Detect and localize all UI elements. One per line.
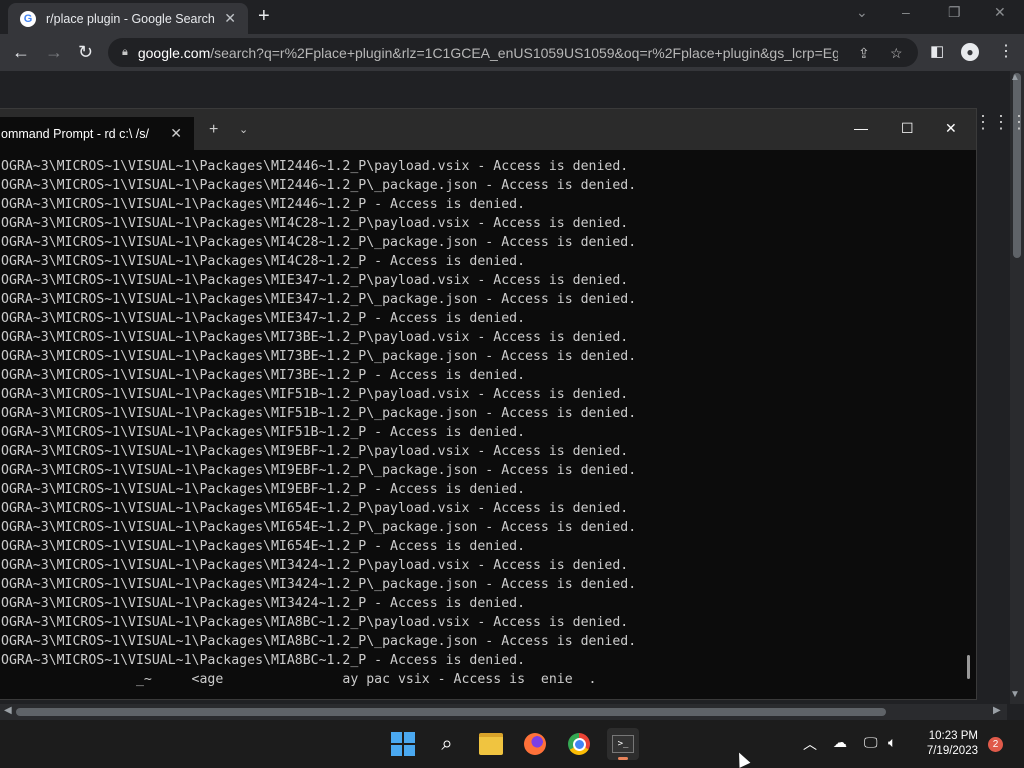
start-button[interactable]	[389, 730, 417, 758]
terminal-taskbar-icon[interactable]: >_	[607, 728, 639, 760]
terminal-line: OGRA~3\MICROS~1\VISUAL~1\Packages\MI654E…	[1, 539, 526, 554]
side-panel-icon[interactable]: ◧	[930, 42, 944, 62]
terminal-output[interactable]: OGRA~3\MICROS~1\VISUAL~1\Packages\MI2446…	[0, 157, 969, 697]
bookmark-star-icon[interactable]: ☆	[890, 45, 903, 62]
google-apps-icon[interactable]: ⋮⋮⋮	[974, 112, 1024, 133]
page-scroll-thumb[interactable]	[1013, 73, 1021, 258]
browser-toolbar: ← → ↻ 🔒︎ google.com/search?q=r%2Fplace+p…	[0, 34, 1024, 71]
restore-icon[interactable]: ❐	[948, 4, 961, 21]
terminal-tab-title: ommand Prompt - rd c:\ /s/	[1, 126, 149, 141]
google-favicon-icon: G	[20, 10, 36, 27]
terminal-line: OGRA~3\MICROS~1\VISUAL~1\Packages\MI2446…	[1, 159, 629, 174]
scroll-down-icon[interactable]: ▼	[1010, 689, 1020, 700]
terminal-line: OGRA~3\MICROS~1\VISUAL~1\Packages\MIF51B…	[1, 387, 629, 402]
browser-tab-strip: G r/place plugin - Google Search ✕ + ⌄ –…	[0, 0, 1024, 34]
terminal-line: OGRA~3\MICROS~1\VISUAL~1\Packages\MIA8BC…	[1, 634, 637, 649]
terminal-tab-close-icon[interactable]: ✕	[170, 125, 182, 142]
close-window-icon[interactable]: ✕	[994, 4, 1006, 21]
new-tab-icon[interactable]: +	[258, 6, 270, 26]
firefox-icon[interactable]	[521, 730, 549, 758]
terminal-line: OGRA~3\MICROS~1\VISUAL~1\Packages\MIF51B…	[1, 406, 637, 421]
browser-tab-title: r/place plugin - Google Search	[46, 11, 215, 26]
terminal-line: OGRA~3\MICROS~1\VISUAL~1\Packages\MI3424…	[1, 596, 526, 611]
terminal-line: OGRA~3\MICROS~1\VISUAL~1\Packages\MIF51B…	[1, 425, 526, 440]
terminal-line: OGRA~3\MICROS~1\VISUAL~1\Packages\MI654E…	[1, 520, 637, 535]
terminal-window: ommand Prompt - rd c:\ /s/ ✕ + ⌄ — ☐ ✕ O…	[0, 108, 977, 700]
clock-date: 7/19/2023	[926, 745, 978, 757]
terminal-line: OGRA~3\MICROS~1\VISUAL~1\Packages\MI73BE…	[1, 330, 629, 345]
terminal-maximize-icon[interactable]: ☐	[901, 120, 914, 137]
terminal-line: OGRA~3\MICROS~1\VISUAL~1\Packages\MIA8BC…	[1, 653, 526, 668]
onedrive-icon[interactable]: ☁	[833, 734, 847, 751]
terminal-scrollbar[interactable]	[967, 655, 970, 679]
forward-icon[interactable]: →	[45, 42, 63, 62]
terminal-line: OGRA~3\MICROS~1\VISUAL~1\Packages\MI4C28…	[1, 216, 629, 231]
chrome-icon[interactable]	[565, 730, 593, 758]
lock-icon[interactable]: 🔒︎	[122, 46, 128, 59]
terminal-minimize-icon[interactable]: —	[854, 120, 868, 136]
terminal-titlebar: ommand Prompt - rd c:\ /s/ ✕ + ⌄ — ☐ ✕	[0, 109, 976, 150]
terminal-line: OGRA~3\MICROS~1\VISUAL~1\Packages\MI4C28…	[1, 235, 637, 250]
terminal-line: OGRA~3\MICROS~1\VISUAL~1\Packages\MI2446…	[1, 178, 637, 193]
terminal-line: OGRA~3\MICROS~1\VISUAL~1\Packages\MI4C28…	[1, 254, 526, 269]
terminal-new-tab-icon[interactable]: +	[209, 121, 218, 139]
terminal-line: _~ <age ay pac vsix - Access is enie .	[1, 672, 597, 687]
scroll-right-icon[interactable]: ▶	[993, 705, 1001, 716]
menu-icon[interactable]: ⋮	[998, 42, 1014, 62]
scroll-up-icon[interactable]: ▲	[1010, 72, 1020, 83]
terminal-line: OGRA~3\MICROS~1\VISUAL~1\Packages\MIE347…	[1, 311, 526, 326]
search-icon[interactable]: ⌕	[433, 730, 461, 758]
system-clock[interactable]: 10:23 PM 7/19/2023	[918, 729, 978, 759]
terminal-dropdown-icon[interactable]: ⌄	[239, 123, 248, 136]
url-text[interactable]: google.com/search?q=r%2Fplace+plugin&rlz…	[138, 45, 838, 61]
reload-icon[interactable]: ↻	[78, 42, 93, 62]
show-hidden-icons-icon[interactable]: ︿	[803, 734, 817, 754]
terminal-tab[interactable]: ommand Prompt - rd c:\ /s/ ✕	[0, 117, 194, 150]
page-horizontal-scrollbar[interactable]: ◀ ▶	[0, 704, 1007, 720]
terminal-line: OGRA~3\MICROS~1\VISUAL~1\Packages\MI654E…	[1, 501, 629, 516]
terminal-line: OGRA~3\MICROS~1\VISUAL~1\Packages\MI9EBF…	[1, 463, 637, 478]
volume-icon[interactable]: 🔈︎	[888, 734, 896, 751]
taskbar: ⌕ >_ ︿ ☁ 🖵︎ 🔈︎	[0, 720, 1024, 768]
terminal-line: OGRA~3\MICROS~1\VISUAL~1\Packages\MI9EBF…	[1, 444, 629, 459]
windows-logo-icon	[391, 732, 415, 756]
network-icon[interactable]: 🖵︎	[864, 734, 878, 751]
terminal-line: OGRA~3\MICROS~1\VISUAL~1\Packages\MIE347…	[1, 292, 637, 307]
terminal-line: OGRA~3\MICROS~1\VISUAL~1\Packages\MI3424…	[1, 558, 629, 573]
horizontal-scroll-thumb[interactable]	[16, 708, 886, 716]
tab-search-icon[interactable]: ⌄	[856, 4, 868, 21]
scroll-left-icon[interactable]: ◀	[4, 705, 12, 716]
share-icon[interactable]: ⇪	[858, 45, 870, 62]
page-vertical-scrollbar[interactable]	[1010, 71, 1024, 704]
notification-badge[interactable]: 2	[988, 737, 1003, 752]
terminal-line: OGRA~3\MICROS~1\VISUAL~1\Packages\MI3424…	[1, 577, 637, 592]
minimize-icon[interactable]: –	[902, 4, 910, 20]
clock-time: 10:23 PM	[928, 730, 978, 742]
terminal-close-icon[interactable]: ✕	[945, 120, 957, 137]
back-icon[interactable]: ←	[12, 42, 30, 62]
terminal-line: OGRA~3\MICROS~1\VISUAL~1\Packages\MI2446…	[1, 197, 526, 212]
terminal-line: OGRA~3\MICROS~1\VISUAL~1\Packages\MI73BE…	[1, 368, 526, 383]
address-bar[interactable]: 🔒︎ google.com/search?q=r%2Fplace+plugin&…	[108, 38, 918, 67]
close-tab-icon[interactable]: ✕	[224, 10, 236, 27]
terminal-line: OGRA~3\MICROS~1\VISUAL~1\Packages\MI9EBF…	[1, 482, 526, 497]
terminal-line: OGRA~3\MICROS~1\VISUAL~1\Packages\MIA8BC…	[1, 615, 629, 630]
terminal-line: OGRA~3\MICROS~1\VISUAL~1\Packages\MI73BE…	[1, 349, 637, 364]
terminal-line: OGRA~3\MICROS~1\VISUAL~1\Packages\MIE347…	[1, 273, 629, 288]
profile-icon[interactable]: ●	[961, 43, 979, 61]
browser-tab[interactable]: G r/place plugin - Google Search ✕	[8, 3, 248, 34]
file-explorer-icon[interactable]	[477, 730, 505, 758]
